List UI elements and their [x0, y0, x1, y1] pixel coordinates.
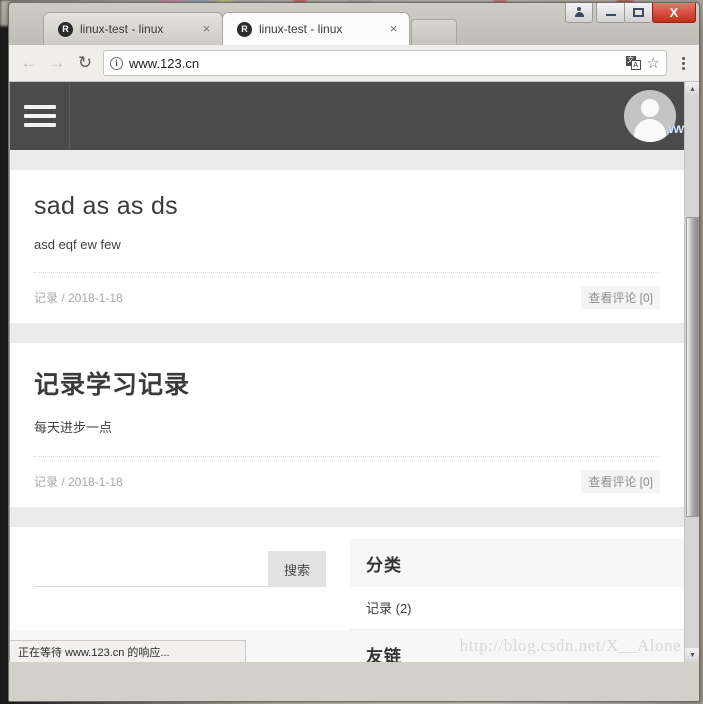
- post-meta-category-date[interactable]: 记录 / 2018-1-18: [34, 473, 123, 490]
- forward-button[interactable]: →: [43, 49, 71, 77]
- menu-dot: [681, 66, 685, 70]
- section-divider: [10, 150, 684, 170]
- post-excerpt: asd eqf ew few: [34, 237, 121, 252]
- post-excerpt: 每天进步一点: [34, 420, 113, 435]
- post-meta-category-date[interactable]: 记录 / 2018-1-18: [34, 289, 123, 306]
- site-header: ww: [10, 82, 684, 150]
- scrollbar-up-arrow[interactable]: ▲: [685, 82, 699, 96]
- widget-title-categories: 分类: [350, 539, 684, 587]
- post-meta: 记录 / 2018-1-18 查看评论 [0]: [34, 456, 660, 507]
- post-comments-link[interactable]: 查看评论 [0]: [581, 286, 660, 309]
- widget-categories: 分类 记录 (2): [350, 539, 684, 630]
- page-viewport: ww sad as as ds asd eqf ew few 记录 / 2018…: [9, 82, 699, 662]
- url-text: www.123.cn: [129, 55, 200, 71]
- menu-dot: [681, 61, 685, 65]
- section-divider: [10, 507, 684, 527]
- hamburger-bar: [23, 114, 56, 118]
- menu-dot: [681, 56, 685, 60]
- post-meta: 记录 / 2018-1-18 查看评论 [0]: [34, 272, 660, 323]
- scrollbar-thumb[interactable]: [686, 217, 699, 517]
- post-comments-link[interactable]: 查看评论 [0]: [581, 470, 660, 493]
- site-info-icon[interactable]: i: [110, 56, 123, 70]
- search-button[interactable]: 搜索: [268, 551, 326, 587]
- post-item: 记录学习记录 每天进步一点 记录 / 2018-1-18 查看评论 [0]: [10, 343, 684, 507]
- minimize-icon: [605, 14, 616, 16]
- window-controls: X: [565, 3, 696, 23]
- site-favicon: R: [237, 21, 252, 37]
- browser-toolbar: ← → ↻ i www.123.cn 文 A ☆: [9, 45, 699, 82]
- reload-button[interactable]: ↻: [71, 49, 99, 77]
- star-icon: ☆: [646, 54, 660, 72]
- widget-body-categories: 记录 (2): [350, 587, 684, 629]
- post-title[interactable]: sad as as ds: [34, 170, 660, 221]
- site-favicon: R: [58, 21, 73, 37]
- page-scrollbar[interactable]: ▲ ▼: [684, 82, 699, 662]
- user-account-button[interactable]: [565, 3, 593, 23]
- avatar-label: ww: [668, 120, 684, 136]
- minimize-button[interactable]: [596, 3, 624, 23]
- watermark-text: http://blog.csdn.net/X__Alone: [459, 636, 681, 655]
- search-column: 搜索: [10, 539, 350, 630]
- new-tab-button[interactable]: [411, 19, 457, 45]
- section-divider: [10, 323, 684, 343]
- status-bar: 正在等待 www.123.cn 的响应...: [10, 640, 246, 662]
- browser-window: R linux-test - linux × R linux-test - li…: [8, 2, 700, 702]
- tab-title: linux-test - linux: [259, 22, 343, 36]
- translate-button[interactable]: 文 A: [625, 56, 641, 70]
- bookmark-button[interactable]: ☆: [647, 56, 660, 71]
- back-button[interactable]: ←: [15, 49, 43, 77]
- address-bar[interactable]: i www.123.cn 文 A ☆: [103, 50, 667, 76]
- browser-tab-2[interactable]: R linux-test - linux ×: [222, 12, 410, 45]
- hamburger-menu-icon[interactable]: [10, 82, 70, 150]
- browser-tab-1[interactable]: R linux-test - linux ×: [43, 12, 223, 45]
- scrollbar-down-arrow[interactable]: ▼: [685, 648, 699, 662]
- widget-area: 搜索 分类 记录 (2): [10, 527, 684, 630]
- translate-icon: 文 A: [625, 56, 641, 70]
- search-form: 搜索: [34, 551, 326, 587]
- web-page-content: ww sad as as ds asd eqf ew few 记录 / 2018…: [10, 82, 684, 662]
- search-input[interactable]: [34, 551, 268, 587]
- translate-glyph-latin: A: [630, 60, 641, 70]
- close-icon: X: [669, 5, 679, 20]
- maximize-button[interactable]: [624, 3, 652, 23]
- hamburger-bar: [23, 123, 56, 127]
- tab-title: linux-test - linux: [80, 22, 164, 36]
- post-title[interactable]: 记录学习记录: [34, 343, 660, 401]
- status-text: 正在等待 www.123.cn 的响应...: [18, 646, 170, 659]
- user-account-icon: [574, 7, 585, 18]
- category-item[interactable]: 记录 (2): [366, 598, 668, 617]
- maximize-icon: [633, 8, 644, 17]
- sidebar-column: 分类 记录 (2): [350, 539, 684, 630]
- tab-strip: R linux-test - linux × R linux-test - li…: [9, 3, 699, 45]
- browser-menu-button[interactable]: [673, 56, 693, 70]
- tab-close-icon[interactable]: ×: [386, 21, 401, 37]
- hamburger-bar: [23, 105, 56, 109]
- avatar[interactable]: ww: [624, 90, 684, 142]
- tab-close-icon[interactable]: ×: [199, 21, 214, 37]
- post-item: sad as as ds asd eqf ew few 记录 / 2018-1-…: [10, 170, 684, 323]
- close-window-button[interactable]: X: [652, 3, 696, 23]
